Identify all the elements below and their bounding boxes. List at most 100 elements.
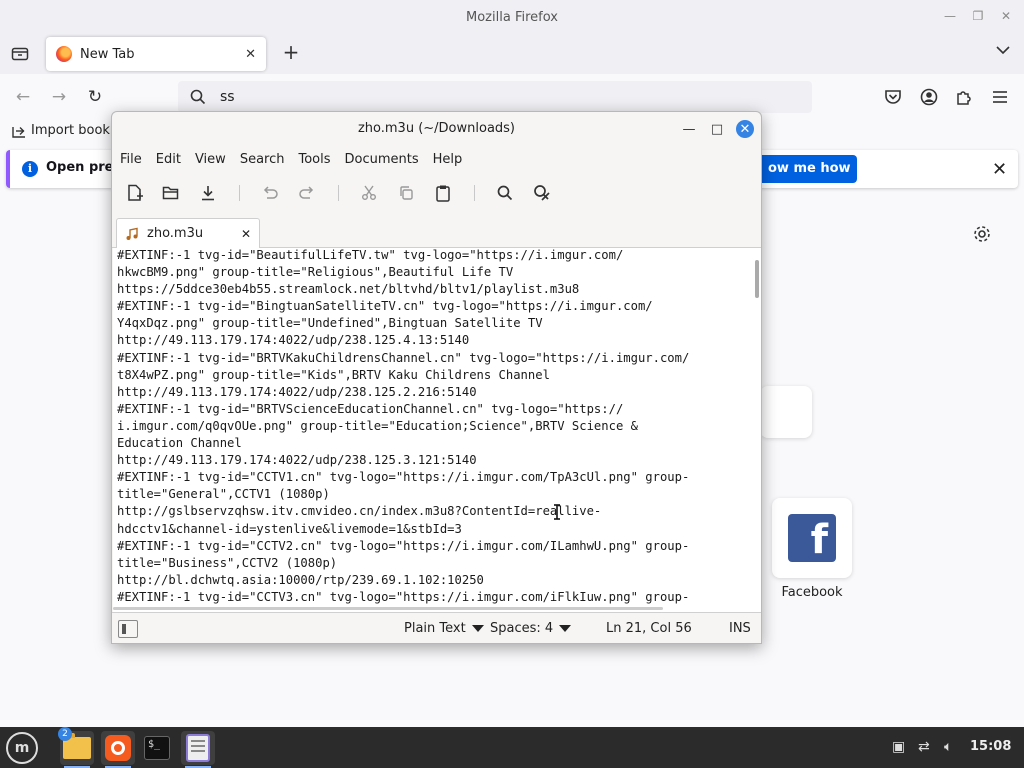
tab-close-icon[interactable]: ✕ <box>245 47 256 62</box>
network-tray-icon[interactable]: ⇄ <box>918 739 930 755</box>
find-replace-icon[interactable] <box>531 182 553 204</box>
language-label: Plain Text <box>404 621 466 636</box>
code-line: i.imgur.com/q0qvOUe.png" group-title="Ed… <box>117 418 638 433</box>
save-download-icon[interactable] <box>197 182 219 204</box>
list-all-tabs-icon[interactable] <box>8 42 32 66</box>
editor-tab-close-icon[interactable]: ✕ <box>241 227 251 241</box>
import-bookmarks-label: Import bookm <box>31 123 123 138</box>
firefox-app[interactable] <box>101 731 135 768</box>
menu-documents[interactable]: Documents <box>345 152 419 167</box>
audio-file-icon <box>126 227 138 240</box>
code-line: hkwcBM9.png" group-title="Religious",Bea… <box>117 265 514 280</box>
editor-statusbar: Plain Text Spaces: 4 Ln 21, Col 56 INS <box>112 612 761 643</box>
firefox-titlebar: Mozilla Firefox — ❐ ✕ <box>0 0 1024 34</box>
menu-edit[interactable]: Edit <box>156 152 181 167</box>
code-line: title="General",CCTV1 (1080p) <box>117 487 330 502</box>
tab-width-selector[interactable]: Spaces: 4 <box>490 621 572 636</box>
firefox-window-title: Mozilla Firefox <box>466 9 558 25</box>
terminal-app[interactable]: $_ <box>140 731 174 765</box>
editor-window-title: zho.m3u (~/Downloads) <box>357 121 516 136</box>
url-bar[interactable]: ss <box>178 81 812 113</box>
menu-help[interactable]: Help <box>433 152 463 167</box>
reload-icon[interactable]: ↻ <box>84 86 106 108</box>
facebook-icon: f <box>788 514 836 562</box>
clipboard-tray-icon[interactable]: ▣ <box>892 739 905 755</box>
maximize-icon[interactable]: ❐ <box>966 6 990 26</box>
account-icon[interactable] <box>918 86 940 108</box>
cut-icon[interactable] <box>358 182 380 204</box>
extensions-icon[interactable] <box>953 86 975 108</box>
open-folder-icon[interactable] <box>160 182 182 204</box>
import-icon <box>12 126 25 138</box>
files-badge: 2 <box>58 727 72 741</box>
minimize-icon[interactable]: — <box>938 6 962 26</box>
menu-search[interactable]: Search <box>240 152 285 167</box>
paste-icon[interactable] <box>432 182 454 204</box>
code-line: http://49.113.179.174:4022/udp/238.125.4… <box>117 333 470 348</box>
pocket-icon[interactable] <box>882 86 904 108</box>
code-line: t8X4wPZ.png" group-title="Kids",BRTV Kak… <box>117 367 550 382</box>
close-icon[interactable]: ✕ <box>994 6 1018 26</box>
show-me-how-button[interactable]: ow me how <box>750 155 857 183</box>
editor-toolbar <box>112 174 761 212</box>
code-line: #EXTINF:-1 tvg-id="CCTV2.cn" tvg-logo="h… <box>117 538 690 553</box>
files-app[interactable]: 2 <box>58 727 94 768</box>
cursor-position: Ln 21, Col 56 <box>606 621 692 636</box>
firefox-tabstrip: New Tab ✕ + <box>0 34 1024 74</box>
code-line: http://49.113.179.174:4022/udp/238.125.2… <box>117 384 477 399</box>
text-editor-app[interactable] <box>181 731 215 768</box>
volume-tray-icon[interactable]: 🔈︎ <box>944 739 952 755</box>
firefox-app-icon <box>105 735 131 761</box>
back-arrow-icon[interactable]: ← <box>12 86 34 108</box>
menu-file[interactable]: File <box>120 152 142 167</box>
text-area[interactable]: #EXTINF:-1 tvg-id="BeautifulLifeTV.tw" t… <box>113 248 761 612</box>
dropdown-arrow-icon <box>559 625 572 632</box>
code-line: Education Channel <box>117 436 242 451</box>
minimize-icon[interactable]: — <box>680 120 698 138</box>
close-icon[interactable]: ✕ <box>736 120 754 138</box>
new-tab-plus-icon[interactable]: + <box>280 42 302 64</box>
maximize-icon[interactable]: □ <box>708 120 726 138</box>
text-editor-icon <box>186 734 210 762</box>
import-bookmarks-item[interactable]: Import bookm <box>12 123 123 138</box>
clock[interactable]: 15:08 <box>970 739 1011 754</box>
search-icon[interactable] <box>494 182 516 204</box>
code-line: https://5ddce30eb4b55.streamlock.net/blt… <box>117 282 580 297</box>
code-line: #EXTINF:-1 tvg-id="BingtuanSatelliteTV.c… <box>117 299 653 314</box>
language-selector[interactable]: Plain Text <box>404 621 484 636</box>
forward-arrow-icon[interactable]: → <box>48 86 70 108</box>
dropdown-arrow-icon <box>471 625 484 632</box>
editor-tab-zho-m3u[interactable]: zho.m3u ✕ <box>116 218 260 248</box>
code-line: hdcctv1&channel-id=ystenlive&livemode=1&… <box>117 521 462 536</box>
gear-icon[interactable] <box>972 224 992 244</box>
chevron-down-icon[interactable] <box>996 44 1010 58</box>
firefox-favicon-icon <box>56 46 72 62</box>
hamburger-menu-icon[interactable] <box>989 86 1011 108</box>
search-icon <box>190 89 206 105</box>
code-line: http://bl.dchwtq.asia:10000/rtp/239.69.1… <box>117 572 484 587</box>
copy-icon[interactable] <box>395 182 417 204</box>
side-panel-icon[interactable] <box>118 620 138 638</box>
editor-menubar: File Edit View Search Tools Documents He… <box>112 146 761 172</box>
horizontal-scrollbar[interactable] <box>113 607 663 610</box>
mint-menu-icon[interactable]: m <box>6 732 38 764</box>
terminal-icon: $_ <box>144 736 170 760</box>
code-line: #EXTINF:-1 tvg-id="BRTVScienceEducationC… <box>117 401 624 416</box>
ibeam-cursor-icon <box>554 504 560 520</box>
shortcut-facebook[interactable]: f <box>772 498 852 578</box>
editor-tabbar: zho.m3u ✕ <box>112 216 761 248</box>
new-document-icon[interactable] <box>124 182 146 204</box>
code-line: title="Business",CCTV2 (1080p) <box>117 555 338 570</box>
shortcut-facebook-label: Facebook <box>781 585 843 600</box>
undo-icon[interactable] <box>259 182 281 204</box>
menu-view[interactable]: View <box>195 152 226 167</box>
code-line: http://49.113.179.174:4022/udp/238.125.3… <box>117 453 477 468</box>
notification-close-icon[interactable]: ✕ <box>992 159 1007 180</box>
tab-new-tab[interactable]: New Tab ✕ <box>46 37 266 71</box>
menu-tools[interactable]: Tools <box>298 152 330 167</box>
vertical-scrollbar[interactable] <box>755 260 759 298</box>
redo-icon[interactable] <box>296 182 318 204</box>
url-text: ss <box>220 89 235 105</box>
search-card[interactable] <box>760 386 812 438</box>
code-line: http://gslbservzqhsw.itv.cmvideo.cn/inde… <box>117 504 602 519</box>
